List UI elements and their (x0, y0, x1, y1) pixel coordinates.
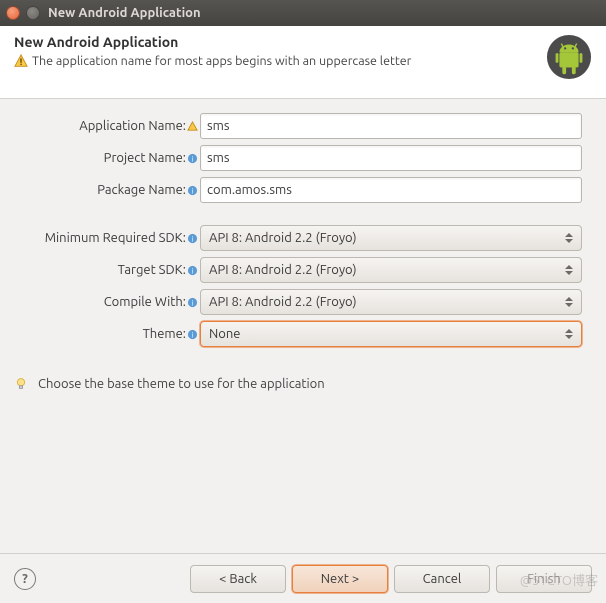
minimize-icon[interactable] (26, 6, 40, 20)
window-controls (6, 6, 40, 20)
titlebar: New Android Application (0, 0, 606, 26)
project-name-label: Project Name:i (2, 151, 200, 165)
theme-combo[interactable]: None (200, 321, 582, 347)
next-button[interactable]: Next > (292, 565, 388, 593)
project-name-input[interactable] (200, 145, 582, 171)
close-icon[interactable] (6, 6, 20, 20)
application-name-input[interactable] (200, 113, 582, 139)
form-area: Application Name: Project Name:i Package… (0, 99, 606, 347)
svg-text:i: i (192, 235, 194, 243)
finish-button[interactable]: Finish (496, 565, 592, 593)
warning-icon (187, 121, 198, 132)
theme-label: Theme:i (2, 327, 200, 341)
warning-icon (14, 54, 28, 68)
window-title: New Android Application (48, 6, 201, 20)
min-sdk-label: Minimum Required SDK:i (2, 231, 200, 245)
chevron-updown-icon (563, 329, 575, 339)
compile-with-label: Compile With:i (2, 295, 200, 309)
svg-text:i: i (192, 267, 194, 275)
cancel-button[interactable]: Cancel (394, 565, 490, 593)
help-button[interactable]: ? (14, 568, 36, 590)
target-sdk-combo[interactable]: API 8: Android 2.2 (Froyo) (200, 257, 582, 283)
target-sdk-label: Target SDK:i (2, 263, 200, 277)
compile-with-combo[interactable]: API 8: Android 2.2 (Froyo) (200, 289, 582, 315)
svg-text:i: i (192, 155, 194, 163)
package-name-label: Package Name:i (2, 183, 200, 197)
page-title: New Android Application (14, 34, 546, 50)
header-message-row: The application name for most apps begin… (14, 54, 546, 68)
svg-text:i: i (192, 299, 194, 307)
info-icon: i (187, 297, 198, 308)
svg-text:i: i (192, 331, 194, 339)
info-icon: i (187, 185, 198, 196)
android-icon (546, 34, 592, 80)
info-icon: i (187, 265, 198, 276)
info-icon: i (187, 153, 198, 164)
package-name-input[interactable] (200, 177, 582, 203)
chevron-updown-icon (563, 297, 575, 307)
hint-text: Choose the base theme to use for the app… (38, 377, 325, 391)
info-icon: i (187, 233, 198, 244)
wizard-footer: ? < Back Next > Cancel Finish (0, 553, 606, 603)
chevron-updown-icon (563, 265, 575, 275)
svg-text:i: i (192, 187, 194, 195)
hint-row: Choose the base theme to use for the app… (14, 377, 592, 391)
wizard-header: New Android Application The application … (0, 26, 606, 99)
chevron-updown-icon (563, 233, 575, 243)
lightbulb-icon (14, 377, 28, 391)
back-button[interactable]: < Back (190, 565, 286, 593)
app-name-label: Application Name: (2, 119, 200, 133)
min-sdk-combo[interactable]: API 8: Android 2.2 (Froyo) (200, 225, 582, 251)
header-message: The application name for most apps begin… (32, 54, 411, 68)
info-icon: i (187, 329, 198, 340)
